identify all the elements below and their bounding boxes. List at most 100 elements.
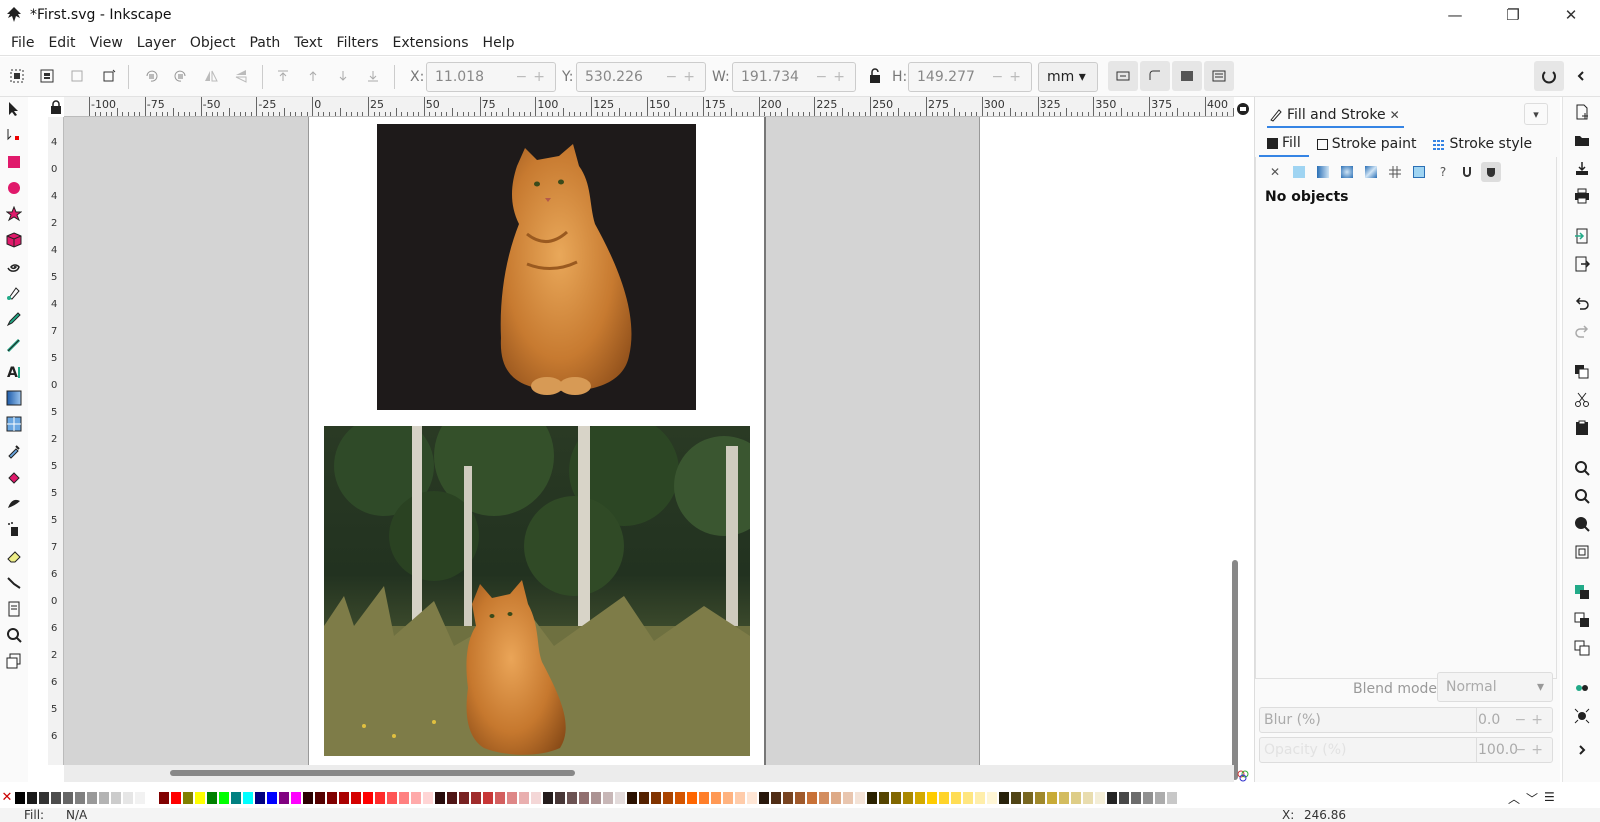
deselect-icon[interactable]	[68, 67, 86, 85]
snap-toggle-icon[interactable]	[1534, 61, 1564, 91]
tab-fill[interactable]: Fill	[1259, 131, 1309, 157]
color-swatch[interactable]	[194, 791, 206, 805]
text-tool-icon[interactable]: A	[4, 362, 24, 382]
pattern-icon[interactable]	[1385, 162, 1405, 182]
unlink-clone-icon[interactable]	[1573, 639, 1591, 657]
new-document-icon[interactable]	[1573, 103, 1591, 121]
minimize-button[interactable]: —	[1426, 0, 1484, 30]
node-tool-icon[interactable]	[4, 125, 24, 145]
clone-icon[interactable]	[1573, 611, 1591, 629]
lower-icon[interactable]	[334, 67, 352, 85]
color-swatch[interactable]	[62, 791, 74, 805]
group-icon[interactable]	[1573, 679, 1591, 697]
color-swatch[interactable]	[770, 791, 782, 805]
color-swatch[interactable]	[134, 791, 146, 805]
zoom-tool-icon[interactable]	[4, 625, 24, 645]
palette-up-icon[interactable]: ︿	[1508, 790, 1520, 807]
menu-filters[interactable]: Filters	[330, 35, 386, 51]
color-swatch[interactable]	[614, 791, 626, 805]
tab-stroke-style[interactable]: Stroke style	[1424, 131, 1540, 157]
rectangle-tool-icon[interactable]	[4, 152, 24, 172]
snap-menu-chevron-icon[interactable]	[1572, 67, 1590, 85]
zoom-page-width-icon[interactable]	[1573, 543, 1591, 561]
horizontal-ruler[interactable]: -100 -75 -50 -25 0 25 50 75 100 125 150 175 200 225 25…	[64, 97, 1234, 117]
color-swatch[interactable]	[86, 791, 98, 805]
select-all-icon[interactable]	[8, 67, 26, 85]
width-field[interactable]: 191.734 −+	[732, 62, 856, 92]
color-swatch[interactable]	[650, 791, 662, 805]
palette-menu-icon[interactable]: ☰	[1544, 790, 1555, 807]
color-swatch[interactable]	[350, 791, 362, 805]
color-swatch[interactable]	[962, 791, 974, 805]
color-swatch[interactable]	[254, 791, 266, 805]
color-swatch[interactable]	[938, 791, 950, 805]
color-swatch[interactable]	[902, 791, 914, 805]
color-swatch[interactable]	[26, 791, 38, 805]
color-swatch[interactable]	[518, 791, 530, 805]
zoom-page-icon[interactable]	[1573, 515, 1591, 533]
color-swatch[interactable]	[554, 791, 566, 805]
color-swatch[interactable]	[734, 791, 746, 805]
menu-file[interactable]: File	[4, 35, 41, 51]
color-swatch[interactable]	[590, 791, 602, 805]
mesh-tool-icon[interactable]	[4, 414, 24, 434]
import-icon[interactable]	[1573, 227, 1591, 245]
menu-view[interactable]: View	[83, 35, 130, 51]
lower-to-bottom-icon[interactable]	[364, 67, 382, 85]
color-swatch[interactable]	[38, 791, 50, 805]
color-swatch[interactable]	[230, 791, 242, 805]
color-swatch[interactable]	[506, 791, 518, 805]
redo-icon[interactable]	[1573, 323, 1591, 341]
color-swatch[interactable]	[470, 791, 482, 805]
maximize-button[interactable]: ❐	[1484, 0, 1542, 30]
gradient-tool-icon[interactable]	[4, 388, 24, 408]
color-swatch[interactable]	[1106, 791, 1118, 805]
color-swatch[interactable]	[1130, 791, 1142, 805]
palette-down-icon[interactable]: ﹀	[1526, 790, 1538, 807]
menu-extensions[interactable]: Extensions	[386, 35, 476, 51]
color-swatch[interactable]	[206, 791, 218, 805]
no-paint-icon[interactable]: ✕	[1265, 162, 1285, 182]
close-tab-icon[interactable]: ✕	[1390, 108, 1400, 122]
spray-tool-icon[interactable]	[4, 519, 24, 539]
color-swatch[interactable]	[182, 791, 194, 805]
pages-tool-icon[interactable]	[4, 599, 24, 619]
radial-gradient-icon[interactable]	[1337, 162, 1357, 182]
color-swatch[interactable]	[1046, 791, 1058, 805]
color-swatch[interactable]	[374, 791, 386, 805]
measure-tool-icon[interactable]	[4, 651, 24, 671]
color-swatch[interactable]	[314, 791, 326, 805]
color-swatch[interactable]	[362, 791, 374, 805]
color-swatch[interactable]	[50, 791, 62, 805]
color-swatch[interactable]	[1010, 791, 1022, 805]
select-all-layers-icon[interactable]	[38, 67, 56, 85]
color-swatch[interactable]	[842, 791, 854, 805]
eraser-tool-icon[interactable]	[4, 546, 24, 566]
flip-horizontal-icon[interactable]	[202, 67, 220, 85]
zoom-selection-icon[interactable]	[1573, 459, 1591, 477]
3d-box-tool-icon[interactable]	[4, 230, 24, 250]
fill-rule-evenodd-icon[interactable]	[1457, 162, 1477, 182]
color-swatch[interactable]	[974, 791, 986, 805]
open-file-icon[interactable]	[1573, 131, 1591, 149]
guide-lock-icon[interactable]	[50, 99, 64, 115]
opacity-slider[interactable]: Opacity (%) 100.0 −+	[1259, 737, 1553, 763]
color-swatch[interactable]	[74, 791, 86, 805]
color-swatch[interactable]	[986, 791, 998, 805]
color-swatch[interactable]	[722, 791, 734, 805]
color-swatch[interactable]	[698, 791, 710, 805]
color-swatch[interactable]	[626, 791, 638, 805]
color-swatch[interactable]	[1166, 791, 1178, 805]
color-swatch[interactable]	[578, 791, 590, 805]
move-patterns-icon[interactable]	[1204, 61, 1234, 91]
color-swatch[interactable]	[1034, 791, 1046, 805]
vertical-scrollbar[interactable]	[1232, 560, 1238, 780]
zoom-corner-icon[interactable]	[1236, 101, 1250, 115]
color-swatch[interactable]	[914, 791, 926, 805]
color-swatch[interactable]	[794, 791, 806, 805]
color-swatch[interactable]	[806, 791, 818, 805]
y-field[interactable]: 530.226 −+	[576, 62, 706, 92]
color-swatch[interactable]	[122, 791, 134, 805]
menu-text[interactable]: Text	[287, 35, 329, 51]
tab-stroke-paint[interactable]: Stroke paint	[1309, 131, 1425, 157]
